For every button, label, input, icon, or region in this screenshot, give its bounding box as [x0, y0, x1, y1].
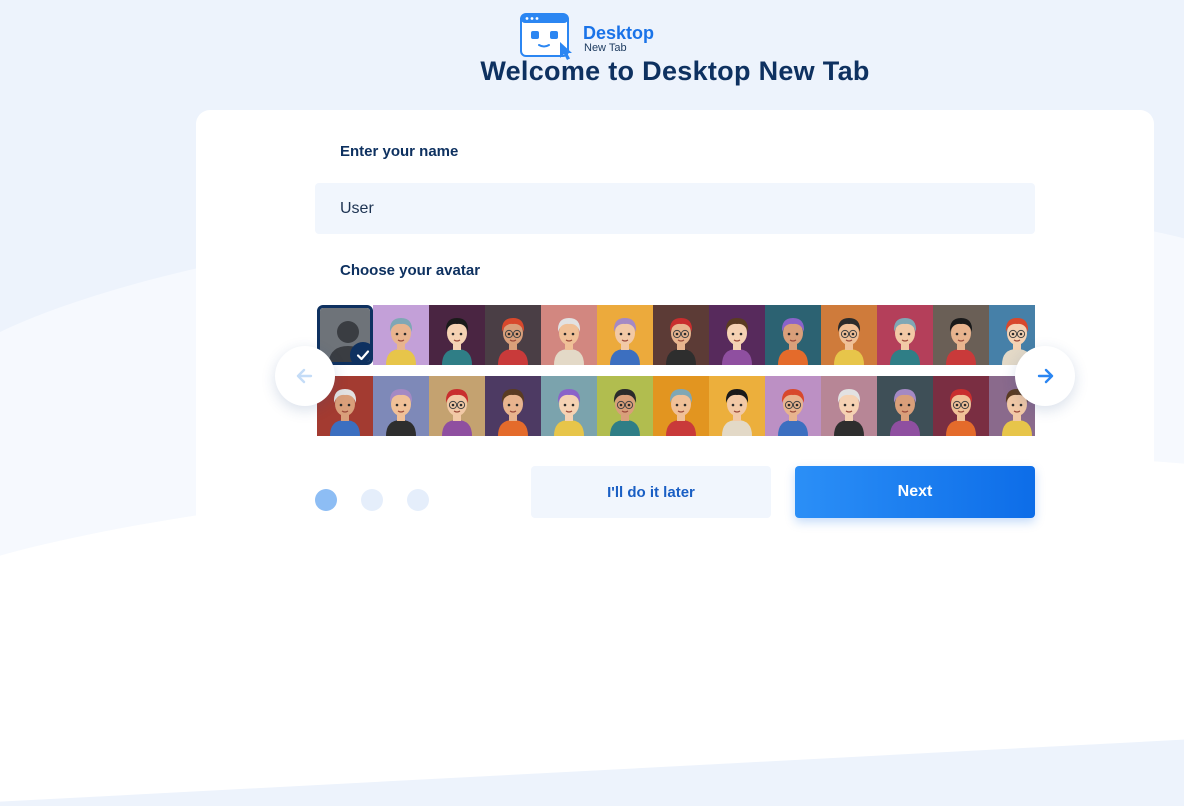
avatar-option[interactable]: [877, 376, 933, 436]
avatar-portrait: [765, 376, 821, 436]
avatar-portrait: [485, 376, 541, 436]
avatar-portrait: [429, 376, 485, 436]
pagination-dot[interactable]: [407, 489, 429, 511]
avatar-label: Choose your avatar: [340, 262, 481, 279]
avatar-option[interactable]: [653, 305, 709, 365]
avatar-portrait: [597, 376, 653, 436]
check-icon: [356, 350, 370, 361]
name-label: Enter your name: [340, 143, 459, 160]
avatar-portrait: [877, 305, 933, 365]
avatar-option[interactable]: [877, 305, 933, 365]
avatar-portrait: [485, 305, 541, 365]
avatar-portrait: [653, 376, 709, 436]
avatar-option[interactable]: [429, 305, 485, 365]
page-title: Welcome to Desktop New Tab: [480, 56, 870, 86]
avatar-row-1: [317, 305, 1035, 365]
avatar-option[interactable]: [541, 305, 597, 365]
carousel-prev-button[interactable]: [275, 346, 335, 406]
avatar-row-2: [317, 376, 1035, 436]
avatar-portrait: [597, 305, 653, 365]
avatar-portrait: [373, 305, 429, 365]
avatar-option[interactable]: [485, 376, 541, 436]
avatar-option[interactable]: [541, 376, 597, 436]
avatar-portrait: [653, 305, 709, 365]
avatar-option[interactable]: [933, 305, 989, 365]
avatar-portrait: [933, 305, 989, 365]
avatar-option[interactable]: [765, 305, 821, 365]
avatar-option[interactable]: [821, 305, 877, 365]
arrow-left-icon: [296, 368, 313, 384]
arrow-right-icon: [1037, 368, 1054, 384]
logo-text-secondary: New Tab: [584, 42, 627, 54]
selected-check-badge: [350, 342, 370, 362]
avatar-option[interactable]: [709, 376, 765, 436]
avatar-option[interactable]: [821, 376, 877, 436]
avatar-portrait: [765, 305, 821, 365]
avatar-option[interactable]: [373, 376, 429, 436]
avatar-portrait: [373, 376, 429, 436]
avatar-carousel: [317, 305, 1035, 437]
avatar-portrait: [709, 376, 765, 436]
avatar-portrait: [429, 305, 485, 365]
avatar-option[interactable]: [709, 305, 765, 365]
avatar-option[interactable]: [485, 305, 541, 365]
next-button[interactable]: Next: [795, 466, 1035, 518]
avatar-option[interactable]: [765, 376, 821, 436]
avatar-option[interactable]: [597, 376, 653, 436]
avatar-portrait: [541, 305, 597, 365]
avatar-option[interactable]: [933, 376, 989, 436]
avatar-portrait: [877, 376, 933, 436]
name-input[interactable]: [315, 183, 1035, 234]
carousel-next-button[interactable]: [1015, 346, 1075, 406]
avatar-portrait: [709, 305, 765, 365]
avatar-portrait: [821, 305, 877, 365]
pagination-dots: [315, 489, 429, 511]
do-it-later-button[interactable]: I'll do it later: [531, 466, 771, 518]
pagination-dot[interactable]: [315, 489, 337, 511]
avatar-option[interactable]: [653, 376, 709, 436]
app-logo: Desktop New Tab: [520, 12, 660, 60]
logo-mark-icon: [520, 13, 572, 60]
avatar-portrait: [541, 376, 597, 436]
avatar-portrait: [821, 376, 877, 436]
avatar-option[interactable]: [597, 305, 653, 365]
logo-text-primary: Desktop: [583, 23, 655, 43]
avatar-option[interactable]: [429, 376, 485, 436]
avatar-option[interactable]: [373, 305, 429, 365]
avatar-portrait: [933, 376, 989, 436]
pagination-dot[interactable]: [361, 489, 383, 511]
